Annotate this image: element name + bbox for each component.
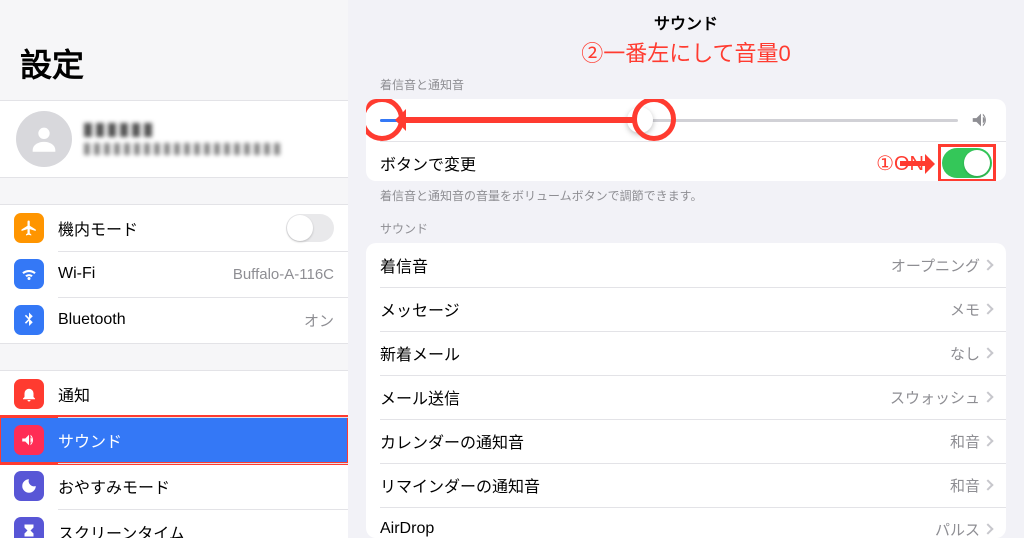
detail-pane: サウンド ②一番左にして音量0 着信音と通知音 ボタンで変更 ①ON [348, 0, 1024, 538]
change-with-buttons-label: ボタンで変更 [380, 151, 942, 175]
row-label: メール送信 [380, 385, 890, 409]
sidebar-item-label: おやすみモード [58, 474, 334, 498]
row-value: メモ [950, 299, 980, 320]
row-label: カレンダーの通知音 [380, 429, 950, 453]
ringer-card: ボタンで変更 ①ON [366, 99, 1006, 181]
sidebar-group-network: 機内モード Wi-Fi Buffalo-A-116C Bluetooth オン [0, 204, 348, 344]
sidebar-item-label: Wi-Fi [58, 265, 219, 283]
profile-row[interactable] [0, 100, 348, 178]
sidebar-item-label: 機内モード [58, 216, 272, 240]
sidebar-item-sound[interactable]: サウンド [0, 417, 348, 463]
sound-row-ringtone[interactable]: 着信音 オープニング [366, 243, 1006, 287]
wifi-icon [14, 259, 44, 289]
wifi-value: Buffalo-A-116C [233, 266, 334, 283]
row-label: 着信音 [380, 253, 891, 277]
chevron-right-icon [982, 260, 993, 271]
sidebar-item-label: スクリーンタイム [58, 520, 334, 538]
chevron-right-icon [982, 524, 993, 535]
chevron-right-icon [982, 392, 993, 403]
row-value: なし [950, 343, 980, 364]
sidebar-item-bluetooth[interactable]: Bluetooth オン [0, 297, 348, 343]
row-label: 新着メール [380, 341, 950, 365]
sidebar-item-label: サウンド [58, 428, 334, 452]
sound-row-reminder[interactable]: リマインダーの通知音 和音 [366, 463, 1006, 507]
hourglass-icon [14, 517, 44, 538]
volume-slider[interactable] [380, 119, 958, 122]
chevron-right-icon [982, 304, 993, 315]
sidebar-item-label: 通知 [58, 382, 334, 406]
volume-slider-row[interactable] [366, 99, 1006, 141]
row-label: メッセージ [380, 297, 950, 321]
sidebar-item-dnd[interactable]: おやすみモード [0, 463, 348, 509]
row-value: オープニング [891, 255, 980, 276]
sound-row-message[interactable]: メッセージ メモ [366, 287, 1006, 331]
row-label: リマインダーの通知音 [380, 473, 950, 497]
bluetooth-icon [14, 305, 44, 335]
row-label: AirDrop [380, 520, 935, 538]
section-header-ringer: 着信音と通知音 [366, 72, 1006, 99]
sound-icon [14, 425, 44, 455]
row-value: 和音 [950, 475, 980, 496]
annotation-toggle-outline [938, 144, 996, 181]
sound-row-airdrop[interactable]: AirDrop パルス [366, 507, 1006, 538]
section-header-sounds: サウンド [366, 216, 1006, 243]
change-with-buttons-row[interactable]: ボタンで変更 ①ON [366, 141, 1006, 181]
annotation-top: ②一番左にして音量0 [366, 36, 1006, 72]
profile-text [84, 123, 284, 155]
airplane-switch[interactable] [286, 214, 334, 242]
sound-row-newmail[interactable]: 新着メール なし [366, 331, 1006, 375]
sound-row-calendar[interactable]: カレンダーの通知音 和音 [366, 419, 1006, 463]
slider-thumb[interactable] [627, 107, 653, 133]
sidebar-group-general: 通知 サウンド おやすみモード スクリーンタイム [0, 370, 348, 538]
sidebar-item-wifi[interactable]: Wi-Fi Buffalo-A-116C [0, 251, 348, 297]
bell-icon [14, 379, 44, 409]
chevron-right-icon [982, 480, 993, 491]
row-value: スウォッシュ [890, 387, 980, 408]
airplane-icon [14, 213, 44, 243]
page-title: サウンド [366, 0, 1006, 36]
sidebar-item-screentime[interactable]: スクリーンタイム [0, 509, 348, 538]
ringer-footer: 着信音と通知音の音量をボリュームボタンで調節できます。 [366, 181, 1006, 216]
row-value: パルス [935, 519, 980, 538]
settings-title: 設定 [0, 0, 348, 100]
sound-row-sendmail[interactable]: メール送信 スウォッシュ [366, 375, 1006, 419]
row-value: 和音 [950, 431, 980, 452]
bluetooth-value: オン [304, 310, 334, 331]
sounds-card: 着信音 オープニング メッセージ メモ 新着メール なし メール送信 スウォッシ… [366, 243, 1006, 538]
chevron-right-icon [982, 348, 993, 359]
volume-icon [970, 109, 992, 131]
sidebar-item-airplane[interactable]: 機内モード [0, 205, 348, 251]
slider-fill [380, 119, 640, 122]
sidebar: 設定 機内モード Wi-Fi Buffalo-A-116C Blue [0, 0, 348, 538]
chevron-right-icon [982, 436, 993, 447]
moon-icon [14, 471, 44, 501]
sidebar-item-notifications[interactable]: 通知 [0, 371, 348, 417]
sidebar-item-label: Bluetooth [58, 311, 290, 329]
avatar [16, 111, 72, 167]
